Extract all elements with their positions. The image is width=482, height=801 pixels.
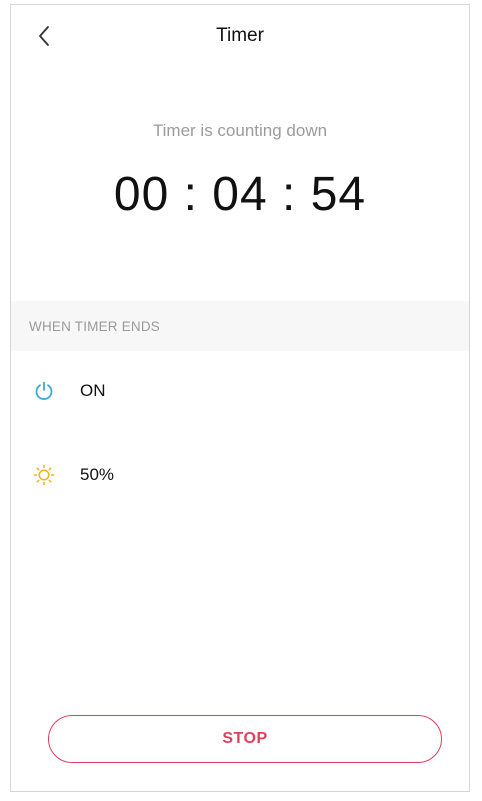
when-timer-ends-section-header: WHEN TIMER ENDS bbox=[11, 301, 469, 351]
section-title: WHEN TIMER ENDS bbox=[29, 318, 161, 334]
stop-button[interactable]: STOP bbox=[48, 715, 442, 763]
timer-screen: Timer Timer is counting down 00 : 04 : 5… bbox=[10, 4, 470, 792]
brightness-action-row[interactable]: 50% bbox=[11, 453, 469, 497]
power-action-label: ON bbox=[80, 381, 106, 400]
brightness-action-label: 50% bbox=[80, 465, 115, 484]
page-title: Timer bbox=[216, 25, 264, 46]
power-icon bbox=[33, 380, 55, 402]
header: Timer bbox=[11, 5, 469, 67]
timer-status-text: Timer is counting down bbox=[152, 121, 328, 140]
power-action-row[interactable]: ON bbox=[11, 369, 469, 413]
stop-button-label: STOP bbox=[222, 730, 268, 747]
brightness-icon bbox=[33, 464, 55, 486]
countdown-display: 00 : 04 : 54 bbox=[113, 168, 367, 221]
